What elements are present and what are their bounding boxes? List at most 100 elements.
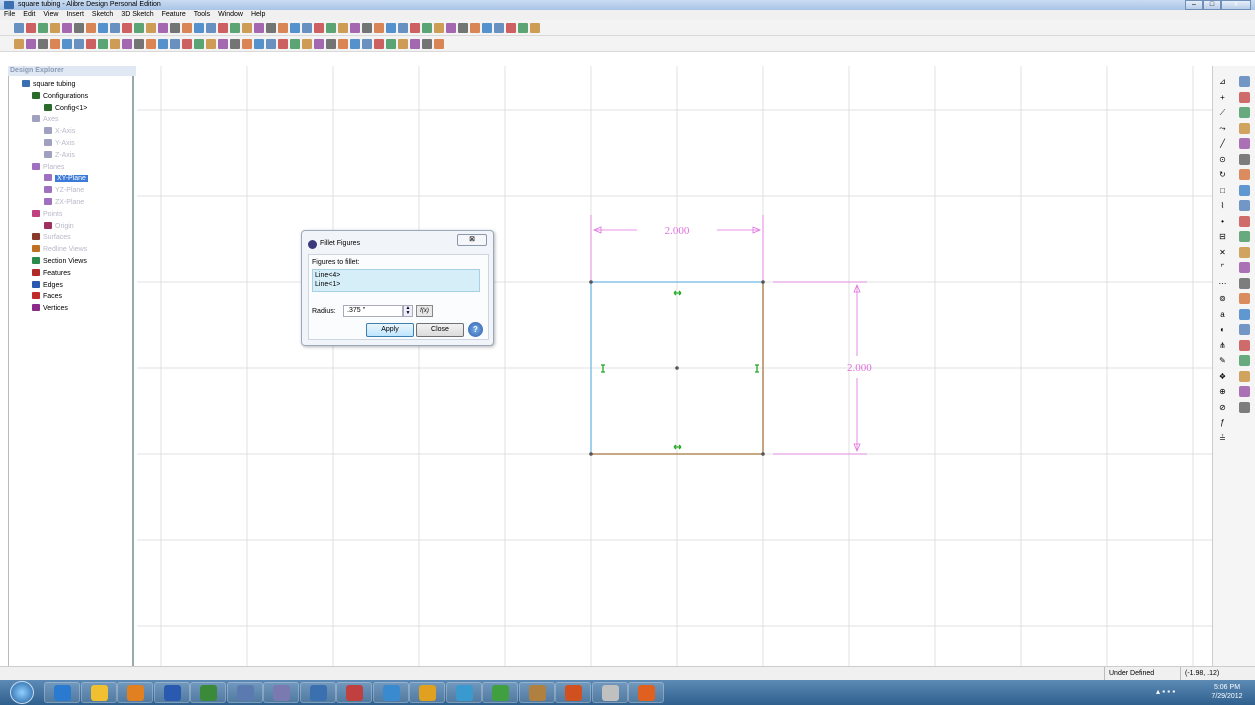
toolbar-button-icon[interactable] <box>470 23 480 33</box>
toolbar-button-icon[interactable] <box>98 23 108 33</box>
radius-spinner[interactable]: ▲ ▼ <box>403 305 413 317</box>
tree-node[interactable]: Axes <box>32 115 59 124</box>
toolbar-button-icon[interactable] <box>38 23 48 33</box>
sketch-vertex[interactable] <box>589 280 593 284</box>
taskbar-app-button[interactable] <box>80 682 117 703</box>
feature-tool-icon[interactable] <box>1239 169 1250 180</box>
tree-node[interactable]: X-Axis <box>44 127 75 136</box>
tree-node[interactable]: Points <box>32 209 62 219</box>
sketch-tool-icon[interactable]: a <box>1217 309 1228 320</box>
toolbar-button-icon[interactable] <box>386 39 396 49</box>
toolbar-button-icon[interactable] <box>110 39 120 49</box>
tree-node[interactable]: XY-Plane <box>44 174 88 183</box>
toolbar-button-icon[interactable] <box>314 39 324 49</box>
toolbar-button-icon[interactable] <box>326 23 336 33</box>
menu-sketch[interactable]: Sketch <box>88 10 117 20</box>
feature-tool-icon[interactable] <box>1239 339 1250 351</box>
toolbar-button-icon[interactable] <box>230 23 240 33</box>
feature-tool-icon[interactable] <box>1239 293 1250 304</box>
toolbar-button-icon[interactable] <box>386 23 396 33</box>
toolbar-button-icon[interactable] <box>302 39 312 49</box>
figure-item[interactable]: Line<4> <box>315 271 477 280</box>
minimize-button[interactable]: – <box>1185 0 1203 10</box>
toolbar-button-icon[interactable] <box>422 23 432 33</box>
toolbar-button-icon[interactable] <box>14 23 24 33</box>
toolbar-button-icon[interactable] <box>266 39 276 49</box>
toolbar-button-icon[interactable] <box>62 23 72 33</box>
toolbar-button-icon[interactable] <box>374 39 384 49</box>
sketch-tool-icon[interactable]: ❖ <box>1217 371 1228 382</box>
sketch-tool-icon[interactable]: ⊚ <box>1217 293 1228 304</box>
toolbar-button-icon[interactable] <box>254 39 264 49</box>
toolbar-button-icon[interactable] <box>86 23 96 33</box>
menu-3d-sketch[interactable]: 3D Sketch <box>117 10 157 20</box>
toolbar-button-icon[interactable] <box>458 23 468 33</box>
tree-node[interactable]: ZX-Plane <box>44 198 84 207</box>
toolbar-button-icon[interactable] <box>206 23 216 33</box>
toolbar-button-icon[interactable] <box>50 23 60 33</box>
taskbar-app-button[interactable] <box>445 682 482 703</box>
tree-node[interactable]: Edges <box>32 280 63 290</box>
feature-tool-icon[interactable] <box>1239 91 1250 103</box>
toolbar-button-icon[interactable] <box>86 39 96 49</box>
toolbar-button-icon[interactable] <box>374 23 384 33</box>
sketch-tool-icon[interactable]: • <box>1217 216 1228 227</box>
toolbar-button-icon[interactable] <box>266 23 276 33</box>
taskbar-app-button[interactable] <box>372 682 409 703</box>
sketch-tool-icon[interactable]: ⟋ <box>1217 107 1228 118</box>
menu-tools[interactable]: Tools <box>190 10 214 20</box>
tree-node[interactable]: Vertices <box>32 304 68 313</box>
toolbar-button-icon[interactable] <box>506 23 516 33</box>
tree-node[interactable]: Planes <box>32 162 64 172</box>
toolbar-button-icon[interactable] <box>74 39 84 49</box>
feature-tool-icon[interactable] <box>1239 76 1250 87</box>
sketch-tool-icon[interactable]: + <box>1217 92 1228 103</box>
feature-tool-icon[interactable] <box>1239 401 1250 413</box>
menu-insert[interactable]: Insert <box>62 10 88 20</box>
menu-file[interactable]: File <box>0 10 19 20</box>
feature-tool-icon[interactable] <box>1239 153 1250 165</box>
feature-tool-icon[interactable] <box>1239 231 1250 242</box>
toolbar-button-icon[interactable] <box>122 23 132 33</box>
toolbar-button-icon[interactable] <box>74 23 84 33</box>
menu-view[interactable]: View <box>39 10 62 20</box>
taskbar-app-button[interactable] <box>117 682 153 703</box>
sketch-tool-icon[interactable]: ⊟ <box>1217 231 1228 242</box>
toolbar-button-icon[interactable] <box>194 23 204 33</box>
help-icon[interactable]: ? <box>468 322 483 337</box>
toolbar-button-icon[interactable] <box>338 39 348 49</box>
menu-window[interactable]: Window <box>214 10 247 20</box>
sketch-tool-icon[interactable]: ✎ <box>1217 355 1228 366</box>
menu-edit[interactable]: Edit <box>19 10 39 20</box>
toolbar-button-icon[interactable] <box>230 39 240 49</box>
sketch-tool-icon[interactable]: ◐ <box>1217 324 1228 335</box>
toolbar-button-icon[interactable] <box>14 39 24 49</box>
sketch-center-point[interactable] <box>675 366 679 370</box>
toolbar-button-icon[interactable] <box>422 39 432 49</box>
maximize-button[interactable]: □ <box>1203 0 1221 10</box>
toolbar-button-icon[interactable] <box>158 39 168 49</box>
taskbar-app-button[interactable] <box>44 682 80 703</box>
feature-tool-icon[interactable] <box>1239 184 1250 196</box>
tree-node[interactable]: Faces <box>32 292 62 301</box>
toolbar-button-icon[interactable] <box>338 23 348 33</box>
tree-node[interactable]: Y-Axis <box>44 139 75 148</box>
feature-tool-icon[interactable] <box>1239 246 1250 258</box>
feature-tool-icon[interactable] <box>1239 122 1250 134</box>
feature-tool-icon[interactable] <box>1239 138 1250 149</box>
figure-item[interactable]: Line<1> <box>315 280 477 289</box>
toolbar-button-icon[interactable] <box>194 39 204 49</box>
toolbar-button-icon[interactable] <box>350 39 360 49</box>
feature-tool-icon[interactable] <box>1239 107 1250 118</box>
vertical-dimension-value[interactable]: 2.000 <box>847 362 872 374</box>
toolbar-button-icon[interactable] <box>146 39 156 49</box>
taskbar-app-button[interactable] <box>336 682 372 703</box>
tree-node[interactable]: Section Views <box>32 257 87 266</box>
toolbar-button-icon[interactable] <box>362 23 372 33</box>
tree-node[interactable]: Redline Views <box>32 245 87 254</box>
taskbar-app-button[interactable] <box>518 682 555 703</box>
toolbar-button-icon[interactable] <box>410 23 420 33</box>
taskbar-clock[interactable]: 5:06 PM 7/29/2012 <box>1204 683 1250 701</box>
fx-button[interactable]: f(x) <box>416 305 433 317</box>
sketch-tool-icon[interactable]: ⋯ <box>1217 278 1228 289</box>
